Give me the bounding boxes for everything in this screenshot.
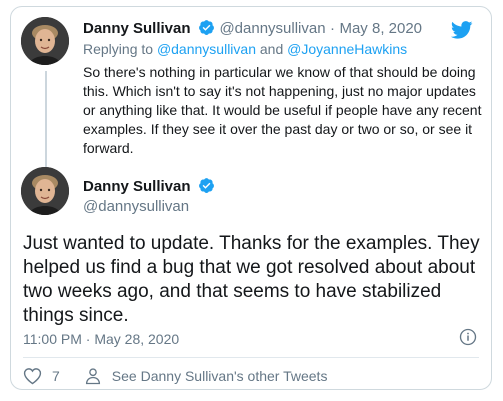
other-tweets-link[interactable]: See Danny Sullivan's other Tweets — [84, 367, 328, 385]
person-icon — [85, 368, 100, 385]
other-tweets-label: See Danny Sullivan's other Tweets — [111, 368, 328, 384]
reply-tweet-text: So there's nothing in particular we know… — [83, 64, 482, 156]
twitter-bird-icon[interactable] — [450, 21, 473, 44]
replying-and: and — [259, 41, 284, 57]
main-tweet-header: Danny Sullivan — [83, 177, 215, 199]
like-count: 7 — [52, 368, 60, 384]
reply-author-handle[interactable]: @dannysullivan — [219, 20, 325, 37]
reply-author-name[interactable]: Danny Sullivan — [83, 20, 191, 37]
tweet-embed-card: Danny Sullivan @dannysullivan · May 8, 2… — [10, 6, 492, 390]
reply-date[interactable]: May 8, 2020 — [339, 20, 422, 37]
main-author-avatar[interactable] — [21, 167, 69, 215]
action-divider — [23, 357, 479, 358]
replying-mention-1[interactable]: @dannysullivan — [157, 41, 256, 57]
thread-connector-line — [45, 71, 47, 169]
info-icon[interactable] — [459, 328, 477, 351]
replying-to-line: Replying to @dannysullivan and @JoyanneH… — [83, 41, 407, 57]
main-author-handle[interactable]: @dannysullivan — [83, 198, 189, 215]
replying-mention-2[interactable]: @JoyanneHawkins — [287, 41, 407, 57]
like-button[interactable]: 7 — [23, 367, 84, 385]
verified-badge-icon — [198, 177, 215, 199]
main-author-name[interactable]: Danny Sullivan — [83, 178, 191, 195]
main-tweet-text: Just wanted to update. Thanks for the ex… — [23, 233, 480, 326]
reply-author-avatar[interactable] — [21, 17, 69, 65]
separator-dot: · — [330, 20, 336, 37]
verified-badge-icon — [198, 19, 215, 41]
replying-prefix: Replying to — [83, 41, 154, 57]
action-bar: 7 See Danny Sullivan's other Tweets — [23, 367, 327, 385]
main-tweet-timestamp[interactable]: 11:00 PM · May 28, 2020 — [23, 331, 179, 347]
reply-tweet-header: Danny Sullivan @dannysullivan · May 8, 2… — [83, 19, 453, 41]
heart-icon — [23, 368, 42, 385]
